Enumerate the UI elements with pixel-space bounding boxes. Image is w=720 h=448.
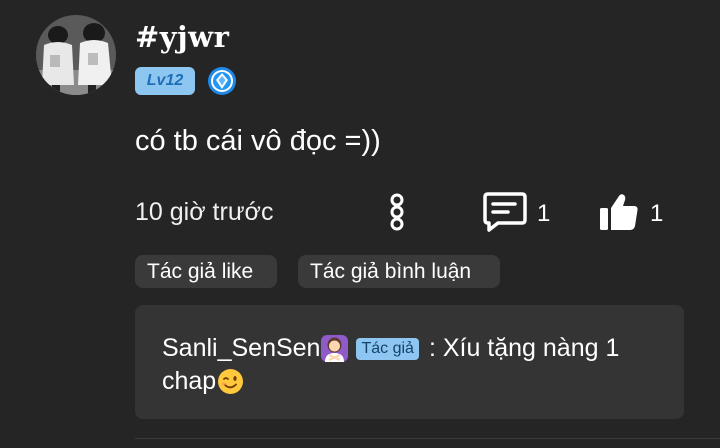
avatar[interactable] [36,15,116,95]
author-comment-chip[interactable]: Tác giả bình luận [298,255,500,288]
like-count: 1 [650,200,664,227]
divider [135,438,720,439]
more-options-button[interactable] [385,192,409,232]
vertical-dots-icon [390,193,404,231]
post-meta-row: 10 giờ trước 1 1 [0,190,720,236]
avatar-image [36,15,116,95]
comment-icon [483,192,527,232]
reply-line: chap [162,367,244,396]
author-like-chip[interactable]: Tác giả like [135,255,277,288]
reply-line: Sanli_SenSen Tác giả : Xíu tặng nàng 1 [162,334,619,363]
reply-text-continued: chap [162,367,217,395]
like-button[interactable]: 1 [598,190,678,234]
comment-button[interactable]: 1 [482,190,562,234]
comment-count: 1 [537,200,551,227]
woman-gesturing-no-emoji [321,335,349,362]
post-time: 10 giờ trước [135,198,274,226]
level-badge: Lv12 [135,67,195,95]
reply-preview[interactable]: Sanli_SenSen Tác giả : Xíu tặng nàng 1 c… [135,305,684,419]
winking-face-emoji [217,368,244,395]
thumbs-up-icon [600,194,638,230]
reply-text: : Xíu tặng nàng 1 [428,334,620,362]
author-tag: Tác giả [356,337,419,360]
post-content: có tb cái vô đọc =)) [135,125,381,157]
username[interactable]: #yjwr [135,20,229,54]
reply-author[interactable]: Sanli_SenSen [162,334,320,363]
blue-diamond-icon [207,66,237,96]
